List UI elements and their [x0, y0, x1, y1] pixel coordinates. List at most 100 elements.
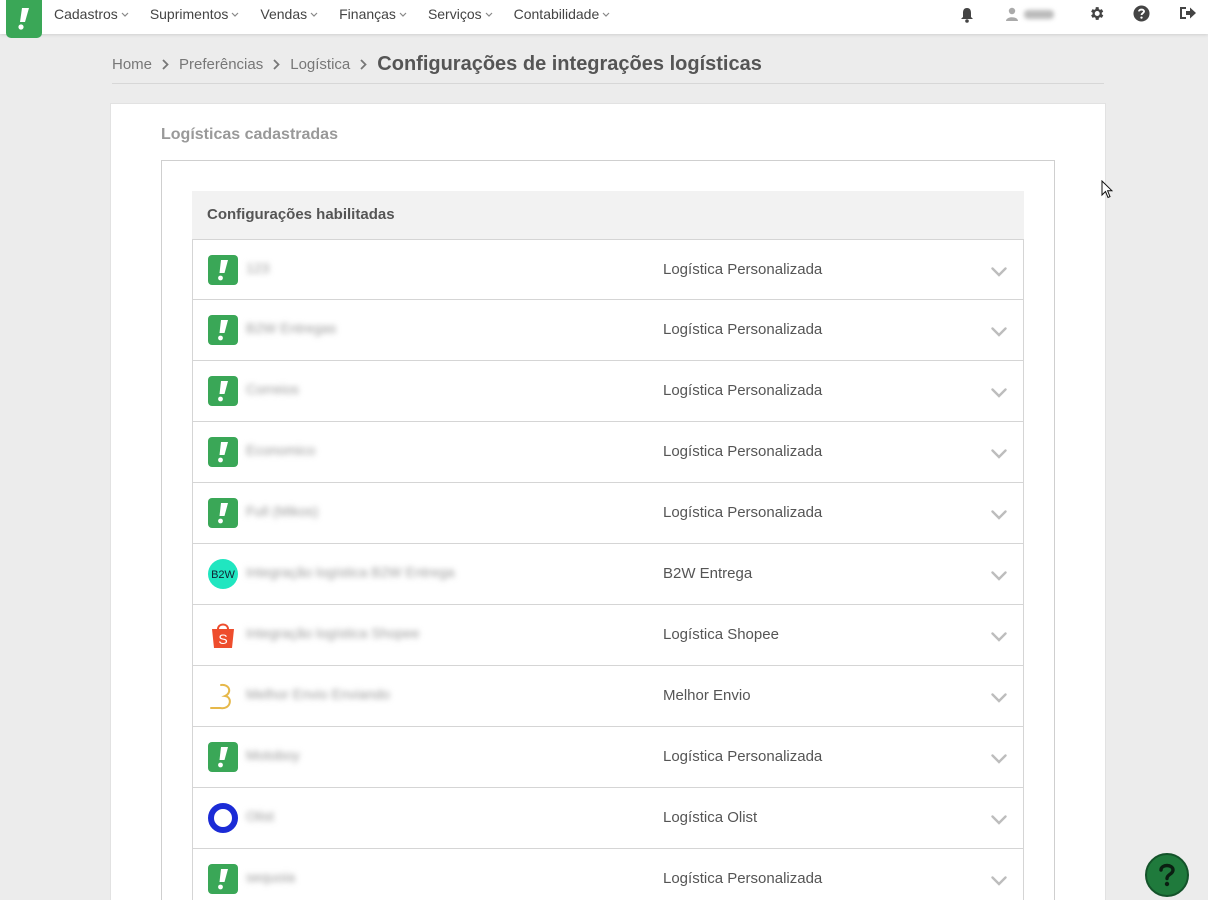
- logistics-type: Logística Personalizada: [663, 261, 823, 278]
- nav-label: Finanças: [339, 6, 396, 22]
- user-name-blurred: [1024, 9, 1054, 19]
- chevron-down-icon[interactable]: [991, 873, 1007, 891]
- logistics-name: Full (Mikos): [246, 503, 319, 519]
- logistics-row[interactable]: Full (Mikos) Logística Personalizada: [192, 483, 1024, 544]
- tiny-logo[interactable]: [6, 0, 42, 38]
- breadcrumb-divider: [112, 83, 1104, 84]
- logistics-row[interactable]: Olist Logística Olist: [192, 788, 1024, 849]
- tiny-logo-icon: [208, 742, 238, 772]
- nav-label: Suprimentos: [149, 6, 229, 22]
- nav-vendas[interactable]: Vendas: [260, 6, 318, 22]
- logistics-list: 123 Logística Personalizada B2W Entregas Lo…: [192, 239, 1024, 900]
- logistics-type: Logística Personalizada: [663, 321, 823, 338]
- tiny-logo-icon: [208, 864, 238, 894]
- chevron-down-icon: [399, 12, 407, 17]
- tiny-logo-icon: [208, 437, 238, 467]
- breadcrumb-logistica[interactable]: Logística: [290, 56, 350, 73]
- logistics-name: Melhor Envio Enviando: [246, 686, 390, 702]
- chevron-down-icon[interactable]: [991, 507, 1007, 525]
- logistics-row[interactable]: S Integração logística Shopee Logística Sh…: [192, 605, 1024, 666]
- mouse-cursor-icon: [1101, 179, 1114, 204]
- main-card: Logísticas cadastradas Configurações hab…: [110, 103, 1106, 900]
- logistics-row[interactable]: B2W Entregas Logística Personalizada: [192, 300, 1024, 361]
- chevron-right-icon: [273, 58, 281, 70]
- breadcrumb-preferencias[interactable]: Preferências: [179, 56, 263, 73]
- nav-label: Contabilidade: [513, 6, 600, 22]
- logistics-name: Olist: [246, 808, 274, 824]
- melhor-envio-logo-icon: [208, 681, 238, 711]
- chevron-down-icon[interactable]: [991, 812, 1007, 830]
- tiny-logo-icon: [208, 315, 238, 345]
- nav-cadastros[interactable]: Cadastros: [54, 6, 129, 22]
- logistics-type: Logística Personalizada: [663, 748, 823, 765]
- top-navbar: Cadastros Suprimentos Vendas Finanças Se…: [0, 0, 1208, 38]
- list-header: Configurações habilitadas: [192, 191, 1024, 239]
- chevron-down-icon: [602, 12, 610, 17]
- logistics-name: Motoboy: [246, 747, 300, 763]
- logistics-row[interactable]: Economico Logística Personalizada: [192, 422, 1024, 483]
- gear-icon[interactable]: [1088, 5, 1105, 27]
- logistics-type: Logística Shopee: [663, 626, 779, 643]
- chevron-down-icon[interactable]: [991, 385, 1007, 403]
- tiny-logo-icon: [208, 498, 238, 528]
- tiny-logo-icon: [208, 255, 238, 285]
- olist-logo-icon: [208, 803, 238, 833]
- logistics-name: Integração logística B2W Entrega: [246, 564, 455, 580]
- nav-label: Cadastros: [54, 6, 118, 22]
- nav-label: Serviços: [427, 6, 482, 22]
- section-title: Logísticas cadastradas: [161, 126, 338, 143]
- logistics-row[interactable]: Motoboy Logística Personalizada: [192, 727, 1024, 788]
- chevron-down-icon: [121, 12, 129, 17]
- breadcrumb-home[interactable]: Home: [112, 56, 152, 73]
- logistics-type: Melhor Envio: [663, 687, 751, 704]
- nav-suprimentos[interactable]: Suprimentos: [150, 6, 240, 22]
- logistics-type: Logística Personalizada: [663, 870, 823, 887]
- logistics-row[interactable]: sequoia Logística Personalizada: [192, 849, 1024, 900]
- logout-icon[interactable]: [1179, 5, 1197, 26]
- logistics-row[interactable]: B2W Integração logística B2W Entrega B2W E…: [192, 544, 1024, 605]
- main-nav: Cadastros Suprimentos Vendas Finanças Se…: [54, 0, 631, 28]
- floating-help-button[interactable]: [1145, 853, 1189, 897]
- user-menu[interactable]: [1006, 7, 1054, 21]
- chevron-right-icon: [360, 58, 368, 70]
- nav-contabilidade[interactable]: Contabilidade: [514, 6, 611, 22]
- logistics-name: B2W Entregas: [246, 320, 337, 336]
- user-icon: [1006, 7, 1018, 21]
- chevron-down-icon[interactable]: [991, 446, 1007, 464]
- chevron-down-icon[interactable]: [991, 324, 1007, 342]
- logistics-name: sequoia: [246, 869, 296, 885]
- logistics-list-box: Configurações habilitadas 123 Logística P…: [161, 160, 1055, 900]
- page-title: Configurações de integrações logísticas: [377, 52, 762, 75]
- nav-financas[interactable]: Finanças: [339, 6, 407, 22]
- chevron-down-icon[interactable]: [991, 690, 1007, 708]
- question-icon: [1159, 863, 1175, 887]
- logistics-row[interactable]: 123 Logística Personalizada: [192, 239, 1024, 300]
- chevron-right-icon: [162, 58, 169, 70]
- logistics-row[interactable]: Melhor Envio Enviando Melhor Envio: [192, 666, 1024, 727]
- tiny-logo-icon: [208, 376, 238, 406]
- logistics-type: Logística Personalizada: [663, 504, 823, 521]
- list-header-label: Configurações habilitadas: [207, 206, 395, 223]
- shopee-logo-icon: S: [208, 620, 238, 650]
- chevron-down-icon: [485, 12, 493, 17]
- logistics-name: Economico: [246, 442, 316, 458]
- logistics-name: Correios: [246, 381, 299, 397]
- chevron-down-icon[interactable]: [991, 568, 1007, 586]
- logistics-type: Logística Personalizada: [663, 382, 823, 399]
- b2w-logo-text: B2W: [211, 569, 235, 581]
- chevron-down-icon[interactable]: [991, 264, 1007, 282]
- nav-servicos[interactable]: Serviços: [428, 6, 493, 22]
- help-icon[interactable]: [1133, 5, 1150, 27]
- bell-icon[interactable]: [960, 7, 974, 28]
- breadcrumb: Home Preferências Logística Configuraçõe…: [112, 52, 762, 76]
- logistics-name: 123: [246, 260, 270, 276]
- logistics-type: Logística Personalizada: [663, 443, 823, 460]
- logistics-row[interactable]: Correios Logística Personalizada: [192, 361, 1024, 422]
- b2w-logo-icon: B2W: [208, 559, 238, 589]
- chevron-down-icon: [310, 12, 318, 17]
- chevron-down-icon: [231, 12, 239, 17]
- chevron-down-icon[interactable]: [991, 751, 1007, 769]
- logistics-type: B2W Entrega: [663, 565, 753, 582]
- chevron-down-icon[interactable]: [991, 629, 1007, 647]
- nav-label: Vendas: [260, 6, 308, 22]
